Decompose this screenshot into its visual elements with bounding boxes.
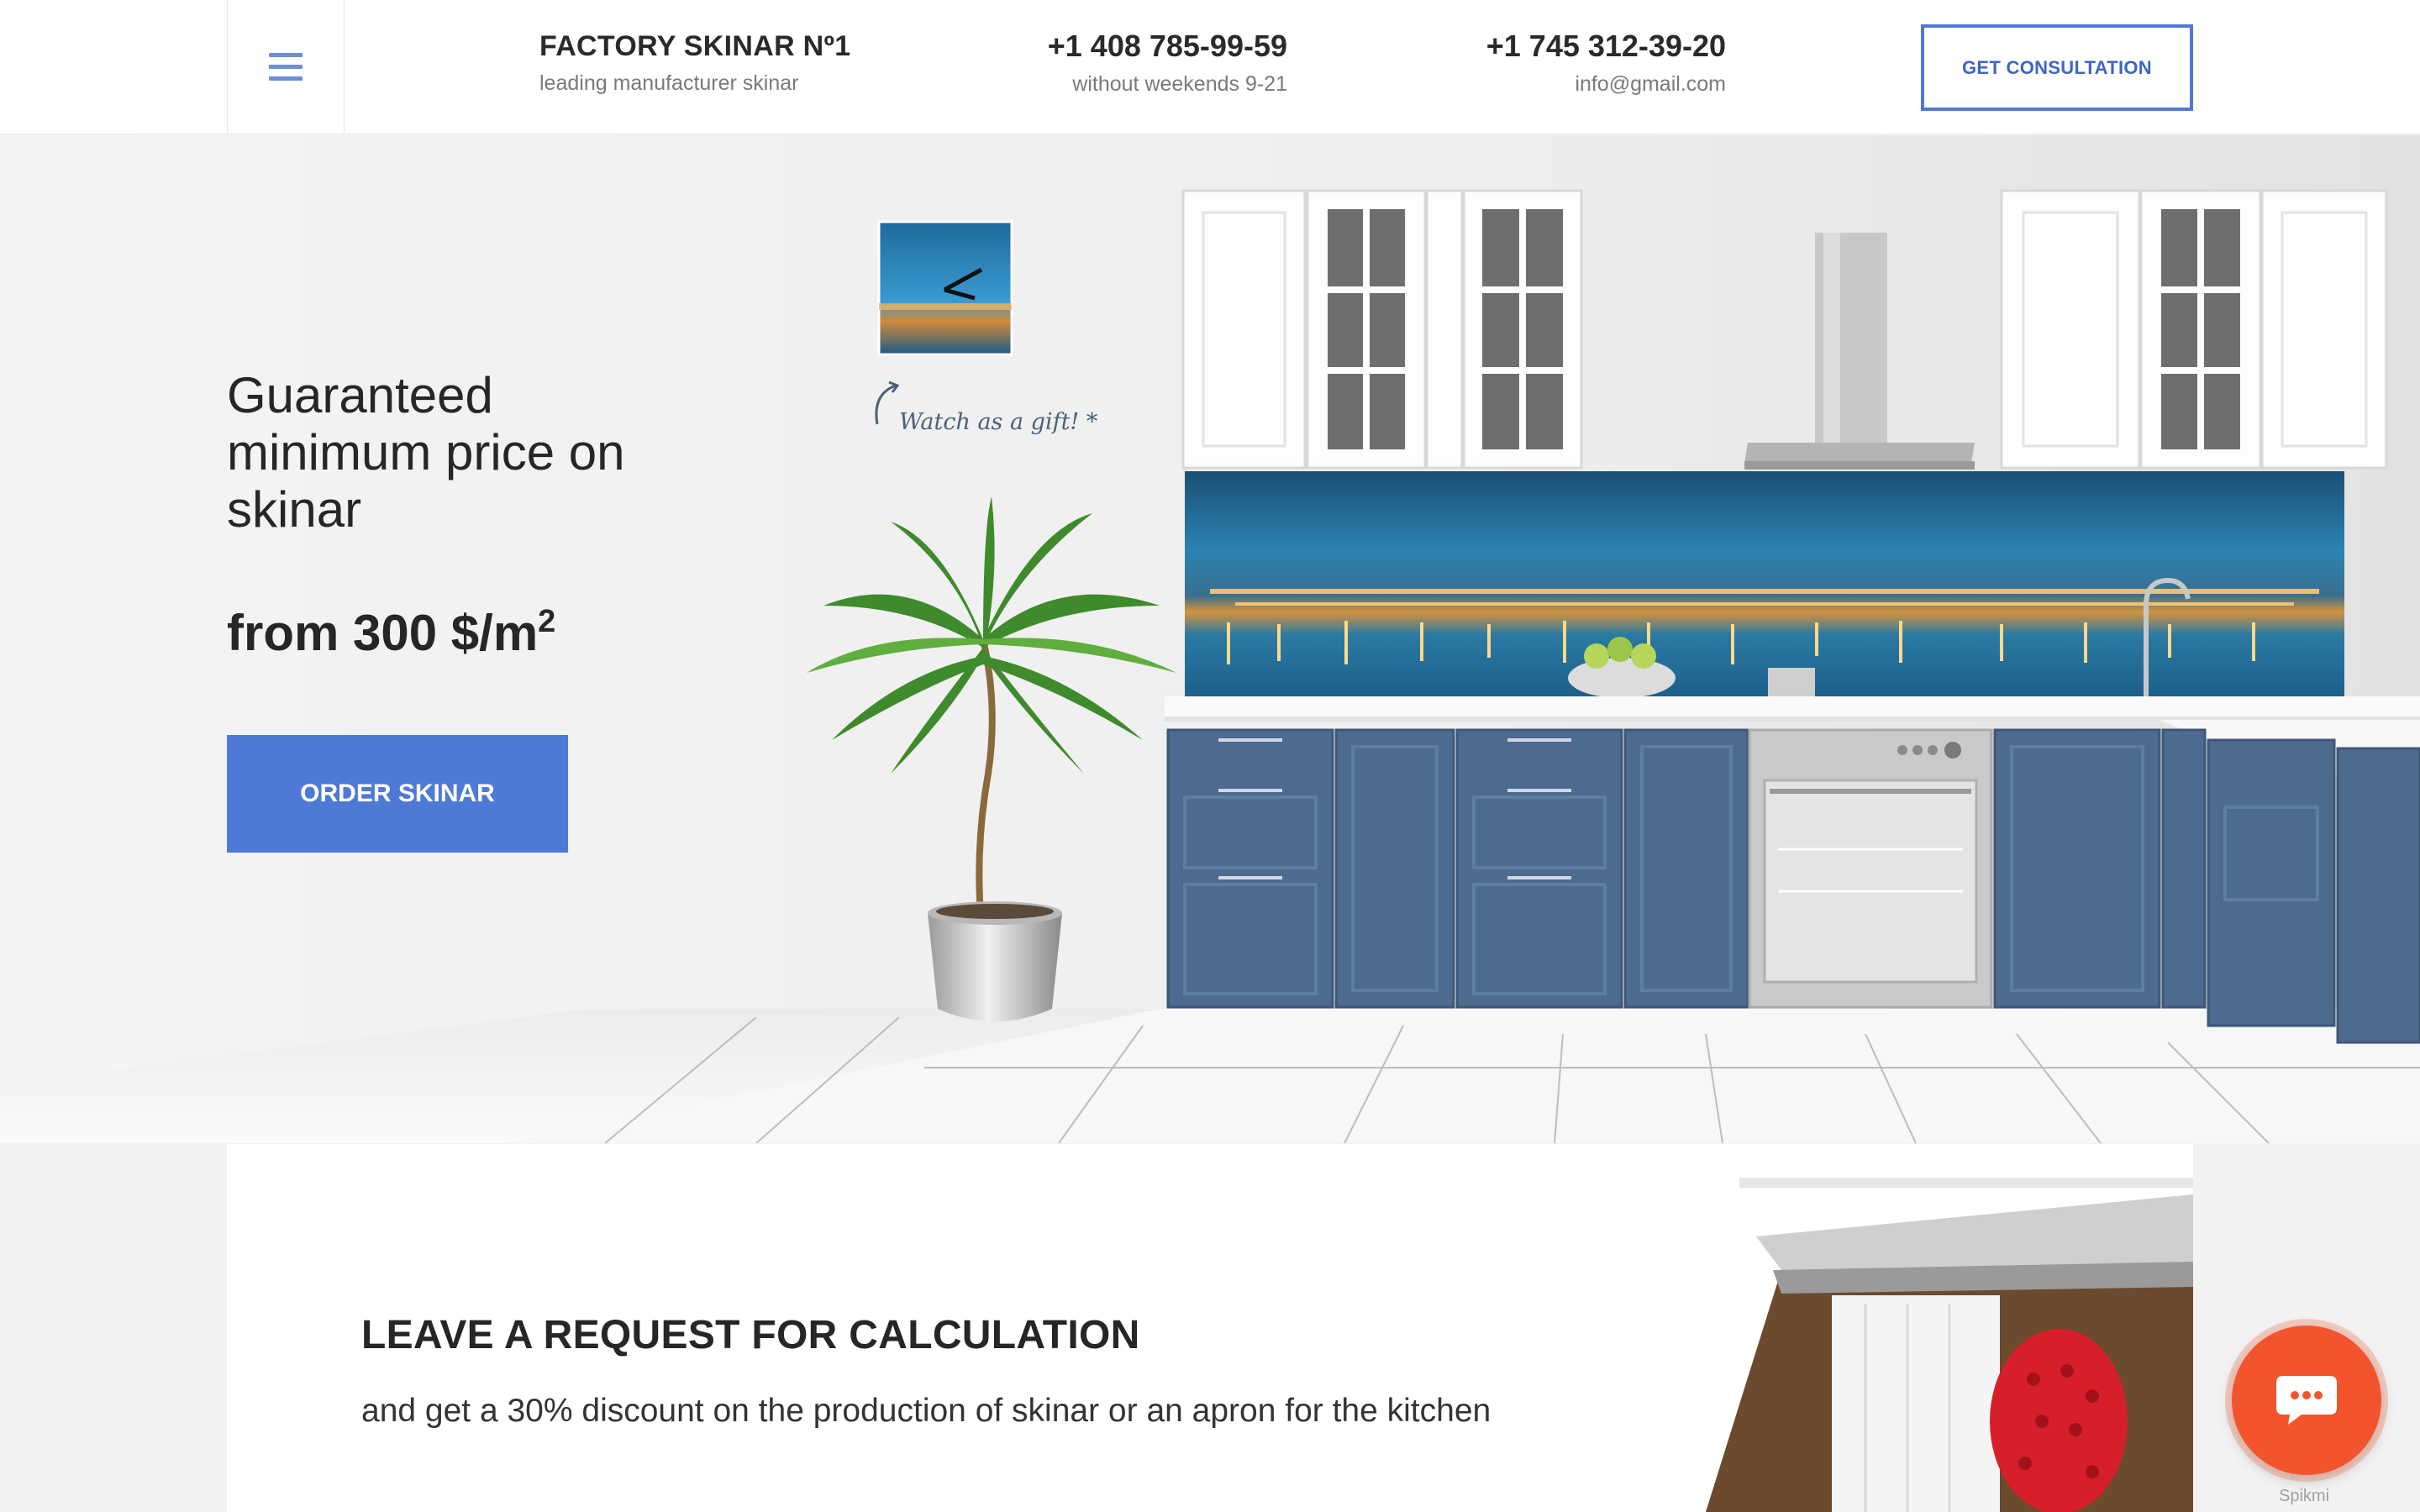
price-text: from 300 $/m bbox=[227, 605, 539, 661]
hero-price: from 300 $/m2 bbox=[227, 604, 697, 662]
order-skinar-button[interactable]: ORDER SKINAR bbox=[227, 735, 568, 853]
hero-section: Watch as a gift! * Guaranteed minimum pr… bbox=[0, 135, 2420, 1143]
working-hours: without weekends 9-21 bbox=[1072, 72, 1287, 96]
brand-title: FACTORY SKINAR Nº1 bbox=[539, 30, 851, 62]
request-subtitle: and get a 30% discount on the production… bbox=[361, 1393, 1491, 1429]
hero-text: Guaranteed minimum price on skinar from … bbox=[227, 367, 697, 662]
kitchen-detail-photo bbox=[1655, 1144, 2193, 1512]
gift-label: Watch as a gift! * bbox=[899, 409, 1098, 435]
chat-widget-button[interactable] bbox=[2232, 1326, 2381, 1475]
phone-2-link[interactable]: +1 745 312-39-20 bbox=[1486, 29, 1726, 64]
request-card: LEAVE A REQUEST FOR CALCULATION and get … bbox=[227, 1144, 2193, 1512]
menu-button[interactable] bbox=[227, 0, 345, 134]
site-header: FACTORY SKINAR Nº1 leading manufacturer … bbox=[0, 0, 2420, 134]
hamburger-menu-icon bbox=[269, 53, 302, 81]
request-title: LEAVE A REQUEST FOR CALCULATION bbox=[361, 1313, 1140, 1357]
contact-phone-2: +1 745 312-39-20 info@gmail.com bbox=[1486, 29, 1726, 97]
contact-phone-1: +1 408 785-99-59 without weekends 9-21 bbox=[1048, 29, 1287, 97]
email-link[interactable]: info@gmail.com bbox=[1486, 72, 1726, 97]
hero-title: Guaranteed minimum price on skinar bbox=[227, 367, 625, 538]
get-consultation-button[interactable]: GET CONSULTATION bbox=[1921, 24, 2193, 111]
chat-bubble-icon bbox=[2276, 1376, 2337, 1425]
chat-brand-label: Spikmi bbox=[2279, 1487, 2330, 1505]
price-unit-power: 2 bbox=[538, 604, 556, 639]
phone-1-link[interactable]: +1 408 785-99-59 bbox=[1048, 29, 1287, 64]
gift-clock bbox=[877, 220, 1013, 356]
brand-subtitle: leading manufacturer skinar bbox=[539, 71, 799, 95]
brand[interactable]: FACTORY SKINAR Nº1 leading manufacturer … bbox=[539, 30, 850, 96]
